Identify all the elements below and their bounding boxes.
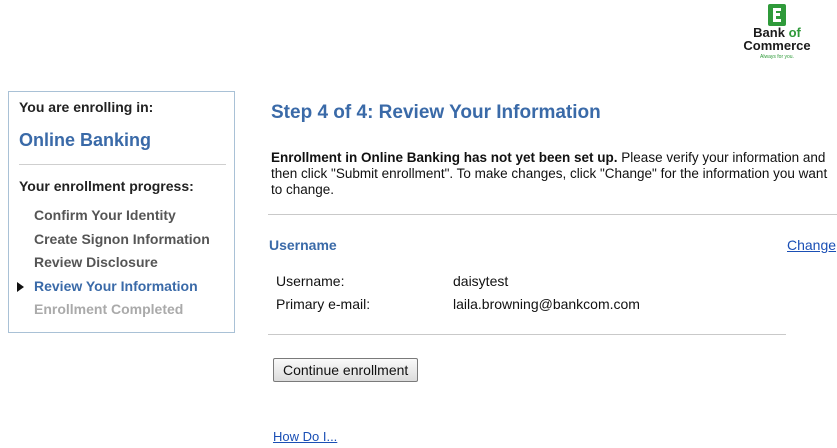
username-value: daisytest (453, 273, 509, 289)
progress-steps: Confirm Your Identity Create Signon Info… (17, 204, 210, 322)
bank-tagline: Always for you. (760, 54, 794, 60)
progress-label: Your enrollment progress: (19, 178, 194, 194)
intro-text: Enrollment in Online Banking has not yet… (271, 150, 831, 198)
sidebar-divider (19, 164, 226, 165)
section-divider-bottom (268, 334, 786, 335)
progress-step-enrollment-completed: Enrollment Completed (34, 301, 184, 317)
how-do-i-link[interactable]: How Do I... (273, 429, 337, 444)
page-title: Step 4 of 4: Review Your Information (271, 102, 601, 123)
bank-logo-icon (768, 4, 786, 26)
section-divider-top (268, 214, 837, 215)
progress-step-review-information: Review Your Information (17, 275, 210, 299)
email-label: Primary e-mail: (276, 296, 371, 312)
progress-step-confirm-identity: Confirm Your Identity (34, 207, 176, 223)
progress-step-create-signon: Create Signon Information (34, 230, 210, 247)
username-label: Username: (276, 273, 345, 289)
progress-step-review-disclosure: Review Disclosure (34, 254, 158, 270)
bank-name: Bank of Commerce (737, 26, 817, 52)
bank-name-part3: Commerce (743, 38, 811, 53)
enrolling-label: You are enrolling in: (19, 99, 154, 115)
email-value: laila.browning@bankcom.com (453, 296, 640, 312)
continue-enrollment-button[interactable]: Continue enrollment (273, 358, 419, 382)
username-section-title: Username (269, 237, 337, 253)
progress-step-label: Review Your Information (34, 277, 198, 294)
intro-bold: Enrollment in Online Banking has not yet… (271, 150, 618, 165)
bank-logo: Bank of Commerce Always for you. (737, 4, 817, 76)
product-name: Online Banking (19, 130, 152, 150)
enrollment-sidebar: You are enrolling in: Online Banking You… (8, 91, 235, 333)
change-link[interactable]: Change (787, 237, 836, 253)
triangle-right-icon (17, 281, 24, 292)
